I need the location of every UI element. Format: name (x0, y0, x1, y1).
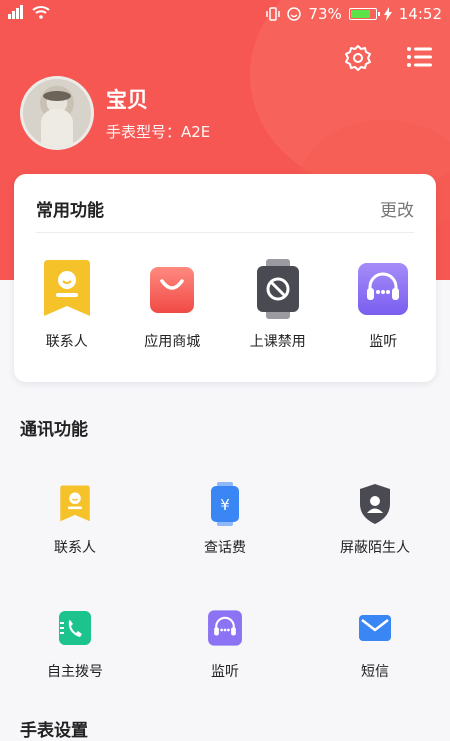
shield-person-icon (355, 483, 395, 525)
common-item-monitor[interactable]: 监听 (331, 260, 437, 351)
comm-item-check-balance[interactable]: ¥ 查话费 (150, 482, 300, 557)
watch-ban-icon (251, 259, 305, 319)
comm-item-label: 联系人 (54, 540, 96, 556)
headset-icon (205, 607, 245, 649)
charging-icon (383, 7, 392, 21)
comm-item-label: 短信 (361, 664, 389, 680)
gear-icon[interactable] (344, 44, 372, 72)
comm-item-label: 自主拨号 (47, 664, 103, 680)
comm-row-2: 自主拨号 监听 短信 (0, 607, 450, 681)
profile[interactable]: 宝贝 手表型号：A2E (20, 76, 210, 150)
common-item-label: 联系人 (45, 334, 88, 350)
comm-item-self-dial[interactable]: 自主拨号 (0, 607, 150, 681)
battery-icon (348, 8, 380, 20)
comm-item-monitor[interactable]: 监听 (150, 607, 300, 681)
menu-list-icon[interactable] (406, 44, 432, 70)
common-item-class-disable[interactable]: 上课禁用 (225, 259, 331, 351)
change-button[interactable]: 更改 (380, 196, 414, 221)
watch-model: 手表型号：A2E (106, 123, 211, 141)
signal-icon (8, 5, 23, 19)
comm-item-label: 查话费 (204, 540, 246, 556)
comm-item-sms[interactable]: 短信 (300, 607, 450, 681)
clock: 14:52 (398, 5, 442, 23)
smile-icon (287, 7, 302, 21)
wifi-icon (32, 6, 50, 19)
section-title-watch-settings: 手表设置 (20, 721, 88, 741)
mail-icon (355, 607, 395, 649)
watch-yuan-icon: ¥ (205, 482, 245, 526)
common-item-label: 监听 (369, 334, 398, 350)
common-item-contacts[interactable]: 联系人 (14, 260, 120, 351)
avatar[interactable] (20, 76, 94, 150)
comm-item-label: 屏蔽陌生人 (340, 540, 410, 556)
common-item-app-store[interactable]: 应用商城 (120, 260, 226, 351)
contacts-icon (40, 260, 94, 318)
contacts-icon (55, 483, 95, 525)
section-title-communication: 通讯功能 (20, 420, 88, 440)
battery-percent: 73% (308, 5, 342, 23)
comm-item-block-strangers[interactable]: 屏蔽陌生人 (300, 483, 450, 557)
divider (36, 232, 414, 233)
shopping-bag-icon (145, 260, 199, 318)
vibrate-icon (266, 7, 281, 21)
common-item-label: 应用商城 (144, 334, 201, 350)
status-bar: 73% 14:52 (0, 0, 450, 28)
profile-name: 宝贝 (106, 88, 148, 112)
headset-icon (356, 260, 410, 318)
common-functions-card: 常用功能 更改 联系人 应用商城 上课禁用 监听 (14, 174, 436, 382)
common-item-label: 上课禁用 (249, 334, 306, 350)
common-functions-title: 常用功能 (36, 201, 104, 221)
comm-item-label: 监听 (211, 664, 239, 680)
dial-phone-icon (55, 607, 95, 649)
comm-row-1: 联系人 ¥ 查话费 屏蔽陌生人 (0, 482, 450, 557)
comm-item-contacts[interactable]: 联系人 (0, 483, 150, 557)
svg-text:¥: ¥ (220, 496, 230, 514)
